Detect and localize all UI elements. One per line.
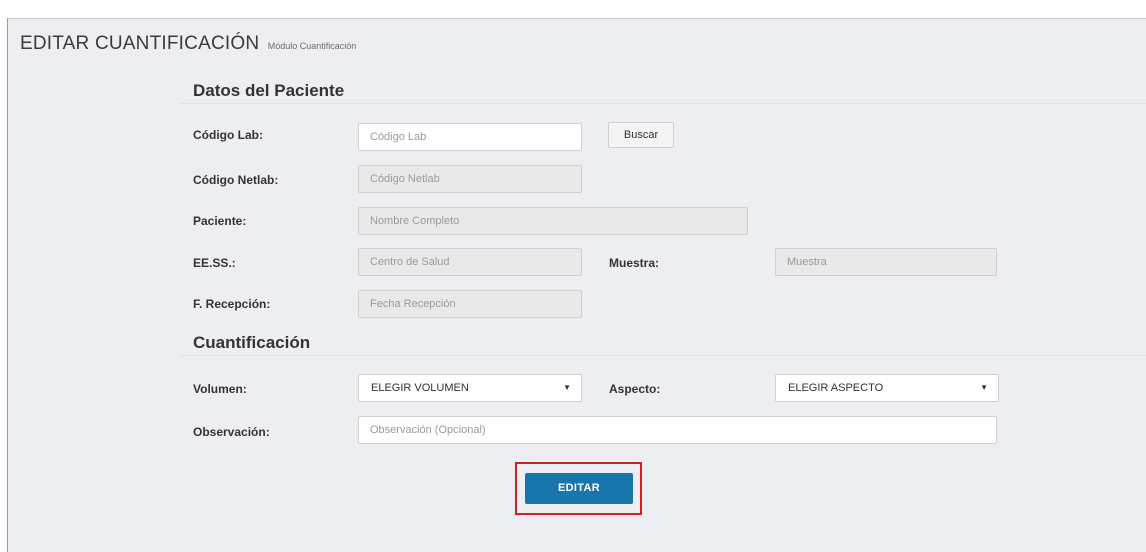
muestra-field: Muestra: [775, 248, 997, 276]
label-codigo-lab: Código Lab:: [193, 128, 263, 142]
volumen-select-value: ELEGIR VOLUMEN: [371, 382, 469, 394]
eess-field: Centro de Salud: [358, 248, 582, 276]
label-volumen: Volumen:: [193, 382, 247, 396]
label-codigo-netlab: Código Netlab:: [193, 173, 279, 187]
buscar-button[interactable]: Buscar: [608, 122, 674, 148]
codigo-netlab-field: Código Netlab: [358, 165, 582, 193]
triangle-down-icon: ▼: [563, 383, 571, 392]
section-divider: [180, 103, 1146, 104]
section-title-quant: Cuantificación: [193, 333, 311, 352]
triangle-down-icon: ▼: [980, 383, 988, 392]
label-recepcion: F. Recepción:: [193, 297, 271, 311]
aspecto-select-value: ELEGIR ASPECTO: [788, 382, 884, 394]
page-subtitle: Módulo Cuantificación: [267, 41, 357, 51]
label-observacion: Observación:: [193, 425, 270, 439]
page-title-text: EDITAR CUANTIFICACIÓN: [20, 33, 260, 54]
recepcion-field: Fecha Recepción: [358, 290, 582, 318]
label-aspecto: Aspecto:: [609, 382, 661, 396]
label-paciente: Paciente:: [193, 214, 247, 228]
label-eess: EE.SS.:: [193, 256, 236, 270]
codigo-lab-input[interactable]: Código Lab: [358, 123, 582, 151]
volumen-select[interactable]: ELEGIR VOLUMEN ▼: [358, 374, 582, 402]
section-divider: [180, 355, 1146, 356]
aspecto-select[interactable]: ELEGIR ASPECTO ▼: [775, 374, 999, 402]
label-muestra: Muestra:: [609, 256, 660, 270]
section-title-patient: Datos del Paciente: [193, 81, 345, 100]
observacion-input[interactable]: Observación (Opcional): [358, 416, 997, 444]
page-title: EDITAR CUANTIFICACIÓN Módulo Cuantificac…: [20, 33, 356, 55]
editar-button[interactable]: EDITAR: [525, 473, 633, 504]
paciente-field: Nombre Completo: [358, 207, 748, 235]
